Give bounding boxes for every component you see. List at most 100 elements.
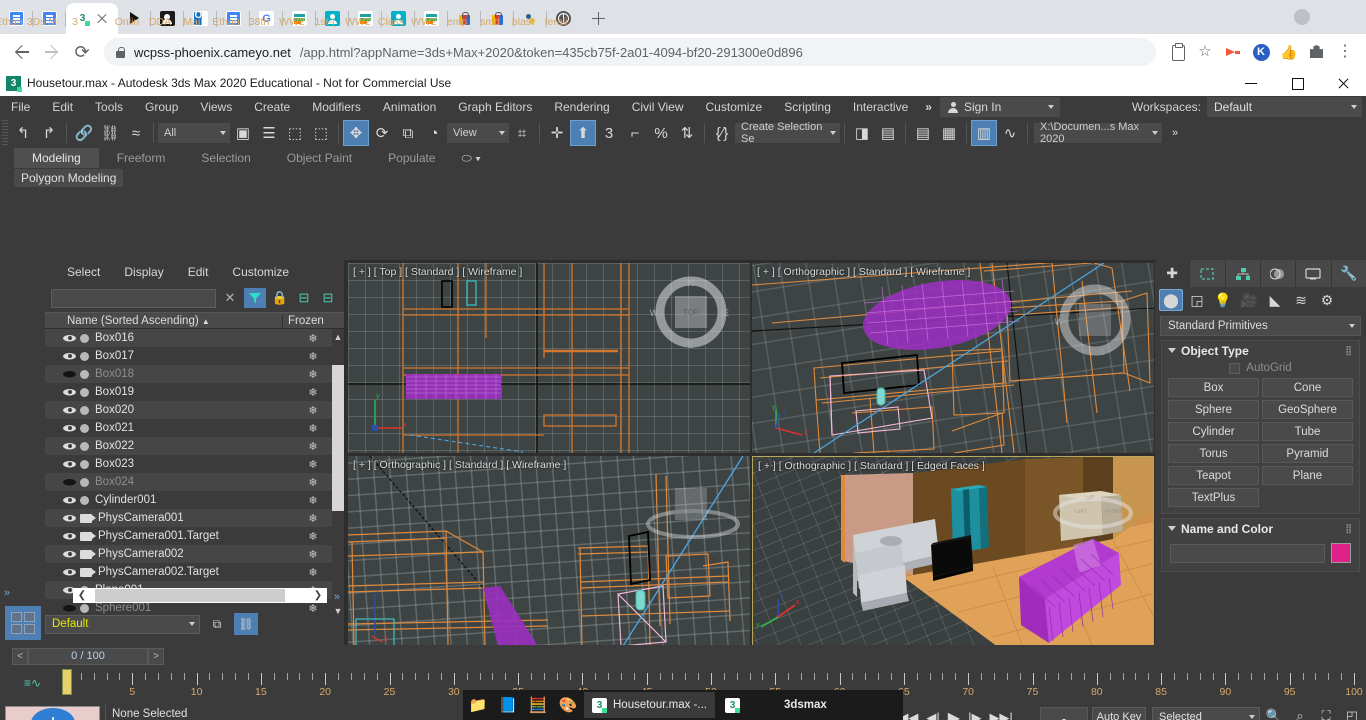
box-button[interactable]: Box [1168,378,1259,397]
zoom-icon[interactable]: 🔍 [1262,705,1286,720]
address-bar[interactable]: wcpss-phoenix.cameyo.net/app.html?appNam… [104,38,1156,66]
space-warps-icon[interactable]: ≋ [1289,289,1313,311]
explorer-vertical-scrollbar[interactable]: ▲ ▼ [332,329,344,619]
toggle-scene-explorer-icon[interactable]: ▥ [971,120,997,146]
explorer-menu-customize[interactable]: Customize [220,265,301,279]
browser-close-button[interactable] [1338,5,1362,29]
explorer-menu-select[interactable]: Select [55,265,112,279]
next-frame-button[interactable]: > [148,647,164,665]
select-by-name-icon[interactable]: ☰ [256,120,282,146]
select-and-manipulate-icon[interactable]: ✛ [544,120,570,146]
zoom-all-icon[interactable]: ⌕ [1288,705,1312,720]
object-name-input[interactable] [1170,543,1325,563]
hierarchy-tab[interactable] [1225,260,1261,287]
project-folder-select[interactable]: X:\Documen...s Max 2020 [1034,121,1162,145]
motion-tab[interactable] [1260,260,1297,287]
set-keys-button[interactable]: ✛ [1040,707,1088,720]
layer-explorer-icon[interactable]: ▤ [910,120,936,146]
browser-tab-3[interactable]: Onlin [115,3,151,34]
select-object-icon[interactable]: ▣ [230,120,256,146]
scroll-up-icon[interactable]: ▲ [332,329,344,345]
select-and-link-icon[interactable]: 🔗 [71,120,97,146]
viewport-orthographic-2[interactable]: z x [ + ] [ Orthographic ] [ Standard ] … [348,456,750,646]
sign-in-button[interactable]: Sign In [939,97,1060,117]
bookmark-star-icon[interactable]: ☆ [1192,39,1218,65]
reload-icon[interactable]: ⟳ [68,38,96,66]
menu-file[interactable]: File [0,96,41,118]
select-and-scale-icon[interactable]: ⧉ [395,120,421,146]
visibility-eye-icon[interactable] [63,493,77,507]
column-header-name[interactable]: Name (Sorted Ascending) ▲ [45,315,282,327]
select-and-move-icon[interactable]: ✥ [343,120,369,146]
browser-tab-8[interactable]: WW2 [279,3,316,34]
menu-rendering[interactable]: Rendering [543,96,620,118]
extension-red-icon[interactable] [1220,39,1246,65]
list-item[interactable]: PhysCamera001.Target ❄ [45,527,344,545]
geosphere-button[interactable]: GeoSphere [1262,400,1353,419]
list-item[interactable]: Box023 ❄ [45,455,344,473]
menu-scripting[interactable]: Scripting [773,96,842,118]
browser-tab-4[interactable]: DDA [149,3,184,34]
viewport-top[interactable]: y x TOP N S W E [ + ] [ Top] [Standard… [348,263,750,453]
left-expand-icon[interactable]: » [4,587,10,599]
forward-icon[interactable] [38,38,66,66]
browser-tab-7[interactable]: G 38th [249,3,283,34]
folder-icon[interactable]: 📁 [463,690,493,720]
list-item[interactable]: Box018 ❄ [45,365,344,383]
max-minimize-button[interactable] [1228,70,1274,96]
primitive-category-select[interactable]: Standard Primitives [1160,316,1361,336]
add-icon[interactable]: + [31,708,75,720]
menu-interactive[interactable]: Interactive [842,96,919,118]
shapes-icon[interactable]: ◲ [1185,289,1209,311]
browser-minimize-button[interactable] [1290,5,1314,29]
paint-icon[interactable]: 🎨 [553,690,583,720]
expand-all-icon[interactable]: ⊟ [294,288,314,308]
menu-customize[interactable]: Customize [695,96,774,118]
visibility-eye-icon[interactable] [63,457,77,471]
scene-explorer-icon[interactable]: ▦ [936,120,962,146]
auto-key-button[interactable]: Auto Key [1092,707,1146,720]
prev-frame-button[interactable]: < [12,647,28,665]
scroll-right-icon[interactable]: ❯ [309,588,327,603]
menu-overflow-button[interactable]: » [919,100,938,114]
sphere-button[interactable]: Sphere [1168,400,1259,419]
plane-button[interactable]: Plane [1262,466,1353,485]
new-tab-button[interactable] [584,4,612,32]
spinner-snap-toggle-icon[interactable]: % [648,120,674,146]
visibility-eye-icon[interactable] [63,529,77,543]
reference-coordinate-system-select[interactable]: View [447,123,509,143]
browser-tab-14[interactable]: smd [480,3,514,34]
menu-tools[interactable]: Tools [84,96,134,118]
object-type-header[interactable]: Object Type ⣿ [1162,341,1359,360]
menu-graph-editors[interactable]: Graph Editors [447,96,543,118]
scroll-down-icon[interactable]: ▼ [332,603,344,619]
name-and-color-header[interactable]: Name and Color ⣿ [1162,519,1359,538]
use-pivot-point-center-icon[interactable]: ⌗ [509,120,535,146]
teapot-button[interactable]: Teapot [1168,466,1259,485]
named-selection-sets-select[interactable]: Create Selection Se [735,121,840,145]
edit-named-selection-sets-icon[interactable]: {∕} [709,120,735,146]
textplus-button[interactable]: TextPlus [1168,488,1259,507]
visibility-eye-icon[interactable] [63,385,77,399]
notepad-icon[interactable]: 📘 [493,690,523,720]
ribbon-menu-icon[interactable]: ⬭ ▾ [462,151,481,166]
redo-icon[interactable]: ↱ [36,120,62,146]
calculator-icon[interactable]: 🧮 [523,690,553,720]
list-item[interactable]: Box021 ❄ [45,419,344,437]
visibility-eye-icon[interactable] [63,511,77,525]
taskbar-item-housetour[interactable]: 3 Housetour.max -... [584,692,715,718]
ribbon-tab-freeform[interactable]: Freeform [99,148,184,168]
autogrid-checkbox[interactable] [1229,362,1241,374]
percent-snap-toggle-icon[interactable]: ⌐ [622,120,648,146]
select-and-place-icon[interactable]: ◔ [421,120,447,146]
align-icon[interactable]: ▤ [875,120,901,146]
explorer-menu-display[interactable]: Display [112,265,175,279]
column-header-frozen[interactable]: Frozen [282,314,344,327]
scrollbar-thumb[interactable] [332,365,344,511]
thumbs-up-icon[interactable]: 👍 [1276,39,1302,65]
browser-tab-11[interactable]: Class [378,3,415,34]
menu-group[interactable]: Group [134,96,189,118]
scene-explorer-list[interactable]: Box016 ❄ Box017 ❄ Box018 ❄ Box019 ❄ Box020 ❄ … [45,329,344,619]
browser-tab-6[interactable]: Ethan [212,3,250,34]
zoom-extents-icon[interactable]: ⛶ [1314,705,1338,720]
